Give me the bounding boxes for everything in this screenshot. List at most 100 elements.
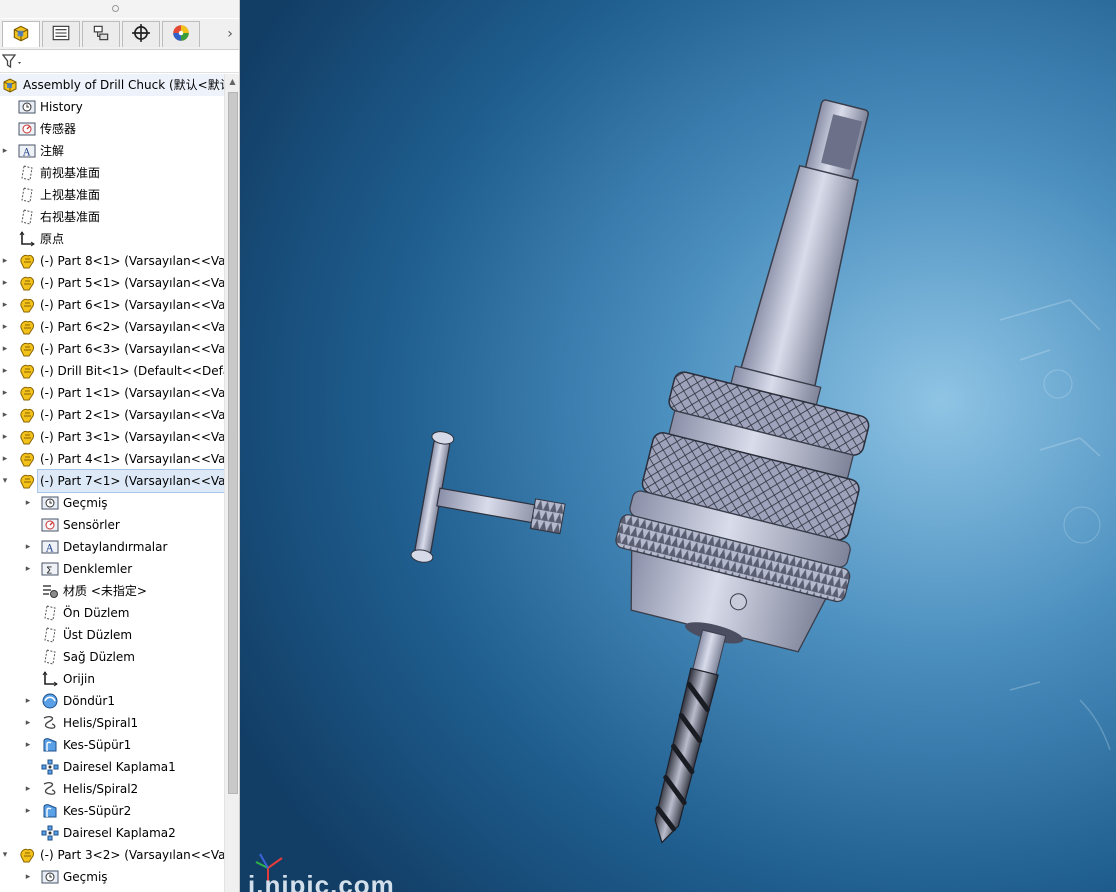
filter-icon[interactable]	[2, 53, 24, 69]
tree-expander-icon[interactable]: ▸	[0, 360, 10, 382]
tree-item[interactable]: ▸ Döndür1	[0, 690, 224, 712]
tree-expander-icon[interactable]: ▸	[0, 250, 10, 272]
panel-grip[interactable]	[0, 0, 239, 18]
tree-item[interactable]: ▸ Geçmiş	[0, 866, 224, 888]
tree-item[interactable]: ▸ Σ Denklemler	[0, 558, 224, 580]
tree-item-label: Kes-Süpür1	[63, 738, 132, 752]
tree-item-label: (-) Part 2<1> (Varsayılan<<Var	[40, 408, 224, 422]
tabs-scroll-right-icon[interactable]: ›	[223, 25, 237, 43]
tree-item[interactable]: ▸ Helis/Spiral1	[0, 712, 224, 734]
scroll-thumb[interactable]	[228, 92, 238, 794]
tree-item[interactable]: ▸ (-) Part 1<1> (Varsayılan<<Var	[0, 382, 224, 404]
propertymanager-tab[interactable]	[42, 21, 80, 47]
tree-expander-icon[interactable]: ▸	[0, 294, 10, 316]
tree-item[interactable]: 传感器	[0, 118, 224, 140]
graphics-viewport[interactable]: i.nipic.com	[240, 0, 1116, 892]
tree-expander-icon[interactable]: ▸	[23, 492, 33, 514]
tree-expander-icon[interactable]: ▸	[0, 272, 10, 294]
part-icon	[18, 341, 36, 357]
tree-item[interactable]: Üst Düzlem	[0, 624, 224, 646]
tree-item[interactable]: 上视基准面	[0, 184, 224, 206]
tree-item-label: Detaylandırmalar	[63, 540, 168, 554]
annotation-icon: A	[41, 539, 59, 555]
tree-item[interactable]: ▸ (-) Drill Bit<1> (Default<<Defau	[0, 360, 224, 382]
tree-item[interactable]: ▸ A Detaylandırmalar	[0, 536, 224, 558]
tree-expander-empty	[23, 646, 33, 668]
tree-item[interactable]: Ön Düzlem	[0, 602, 224, 624]
tree-item[interactable]: Orijin	[0, 668, 224, 690]
tree-item-label: Sensörler	[63, 518, 120, 532]
sensor-icon	[18, 121, 36, 137]
tree-item-label: (-) Part 3<1> (Varsayılan<<Var	[40, 430, 224, 444]
tree-item[interactable]: Dairesel Kaplama2	[0, 822, 224, 844]
tree-expander-icon[interactable]: ▸	[0, 448, 10, 470]
tree-item[interactable]: ▸ A 注解	[0, 140, 224, 162]
assembly-cube-icon	[1, 77, 19, 93]
tree-item[interactable]: ▾ (-) Part 3<2> (Varsayılan<<Var	[0, 844, 224, 866]
tree-expander-icon[interactable]: ▸	[23, 712, 33, 734]
plane-icon	[41, 605, 59, 621]
tree-expander-icon[interactable]: ▸	[23, 734, 33, 756]
tree-item[interactable]: ▸ Kes-Süpür2	[0, 800, 224, 822]
featuremanager-tab[interactable]	[2, 21, 40, 47]
tree-item-label: (-) Part 1<1> (Varsayılan<<Var	[40, 386, 224, 400]
tree-expander-icon[interactable]: ▸	[0, 404, 10, 426]
tree-item[interactable]: Sensörler	[0, 514, 224, 536]
tree-item[interactable]: ▸ (-) Part 2<1> (Varsayılan<<Var	[0, 404, 224, 426]
tree-item[interactable]: Dairesel Kaplama1	[0, 756, 224, 778]
drill-chuck-model[interactable]	[240, 0, 1116, 892]
tree-expander-icon[interactable]: ▸	[23, 690, 33, 712]
dimxpert-tab[interactable]	[122, 21, 160, 47]
tree-item[interactable]: 右视基准面	[0, 206, 224, 228]
tree-item[interactable]: ▸ (-) Part 8<1> (Varsayılan<<Var	[0, 250, 224, 272]
tree-expander-icon[interactable]: ▸	[23, 778, 33, 800]
annotation-icon: A	[18, 143, 36, 159]
part-icon	[18, 363, 36, 379]
tree-expander-icon[interactable]: ▸	[23, 866, 33, 888]
tree-expander-icon[interactable]: ▸	[23, 558, 33, 580]
tree-expander-icon[interactable]: ▸	[0, 338, 10, 360]
tree-item-label: 前视基准面	[40, 166, 101, 180]
tree-expander-icon[interactable]: ▸	[23, 800, 33, 822]
part-icon	[18, 385, 36, 401]
tree-item[interactable]: ▸ Kes-Süpür1	[0, 734, 224, 756]
tree-item[interactable]: 原点	[0, 228, 224, 250]
tree-item-label: Kes-Süpür2	[63, 804, 132, 818]
tree-expander-empty	[0, 184, 10, 206]
tree-item[interactable]: ▸ (-) Part 3<1> (Varsayılan<<Var	[0, 426, 224, 448]
property-list-icon	[51, 23, 71, 46]
tree-item[interactable]: 前视基准面	[0, 162, 224, 184]
tree-item[interactable]: ▸ (-) Part 6<2> (Varsayılan<<Var	[0, 316, 224, 338]
tree-expander-icon[interactable]: ▸	[0, 316, 10, 338]
tree-item[interactable]: 材质 <未指定>	[0, 580, 224, 602]
tree-expander-icon[interactable]: ▸	[0, 426, 10, 448]
tree-item[interactable]: ▸ (-) Part 4<1> (Varsayılan<<Var	[0, 448, 224, 470]
tree-expander-icon[interactable]: ▸	[0, 140, 10, 162]
tree-item[interactable]: Sağ Düzlem	[0, 646, 224, 668]
tree-expander-icon[interactable]: ▾	[0, 470, 10, 492]
tree-expander-icon[interactable]: ▸	[0, 382, 10, 404]
tree-expander-icon[interactable]: ▸	[23, 536, 33, 558]
scroll-up-arrow[interactable]: ▲	[225, 74, 239, 90]
panel-tabs: ›	[0, 19, 239, 50]
helix-icon	[41, 781, 59, 797]
tree-item[interactable]: History	[0, 96, 224, 118]
tree-item[interactable]: ▸ Geçmiş	[0, 492, 224, 514]
tree-expander-empty	[23, 756, 33, 778]
tree-expander-empty	[0, 118, 10, 140]
configurationmanager-tab[interactable]	[82, 21, 120, 47]
tree-item[interactable]: ▸ (-) Part 6<3> (Varsayılan<<Var	[0, 338, 224, 360]
sweep-cut-icon	[41, 803, 59, 819]
tree-expander-icon[interactable]: ▾	[0, 844, 10, 866]
display-manager-tab[interactable]	[162, 21, 200, 47]
tree-item-label: 材质 <未指定>	[63, 584, 147, 598]
helix-icon	[41, 715, 59, 731]
plane-icon	[41, 649, 59, 665]
part-icon	[18, 297, 36, 313]
tree-scrollbar[interactable]: ▲	[224, 74, 239, 892]
tree-item[interactable]: ▸ (-) Part 5<1> (Varsayılan<<Var	[0, 272, 224, 294]
tree-item[interactable]: ▸ (-) Part 6<1> (Varsayılan<<Var	[0, 294, 224, 316]
tree-item[interactable]: ▾ (-) Part 7<1> (Varsayılan<<Var	[0, 469, 224, 493]
tree-item[interactable]: ▸ Helis/Spiral2	[0, 778, 224, 800]
tree-root-assembly[interactable]: Assembly of Drill Chuck (默认<默认	[0, 74, 224, 96]
